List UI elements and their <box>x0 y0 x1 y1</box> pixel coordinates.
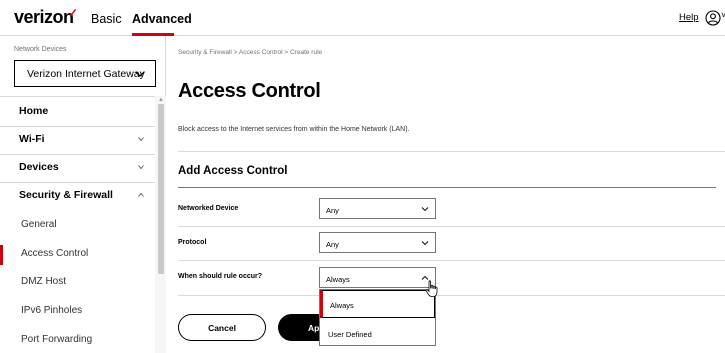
divider <box>178 295 725 296</box>
protocol-select[interactable]: Any <box>319 232 436 253</box>
rule-occurrence-menu: Always User Defined <box>319 289 436 346</box>
sidebar-item-label: DMZ Host <box>21 276 66 287</box>
sidebar-item-label: Home <box>19 105 49 117</box>
divider <box>178 151 725 152</box>
protocol-value: Any <box>326 240 339 249</box>
sidebar-item-port-forwarding[interactable]: Port Forwarding <box>0 327 155 353</box>
sidebar-item-access-control[interactable]: Access Control <box>0 241 155 269</box>
sidebar: Network Devices Verizon Internet Gateway… <box>0 36 166 353</box>
sidebar-item-label: Access Control <box>21 248 89 259</box>
user-menu-chevron-icon[interactable]: ˅ <box>721 10 725 20</box>
tab-basic[interactable]: Basic <box>91 12 122 26</box>
menu-option-user-defined[interactable]: User Defined <box>320 320 435 348</box>
network-devices-label: Network Devices <box>14 46 67 53</box>
networked-device-label: Networked Device <box>178 205 239 212</box>
tab-advanced[interactable]: Advanced <box>132 12 192 26</box>
networked-device-select[interactable]: Any <box>319 198 436 219</box>
section-title: Add Access Control <box>178 165 288 177</box>
sidebar-item-label: General <box>21 219 57 230</box>
breadcrumb: Security & Firewall > Access Control > C… <box>178 49 323 56</box>
sidebar-item-label: Security & Firewall <box>19 189 113 201</box>
verizon-logo[interactable]: verizon <box>14 7 74 28</box>
sidebar-item-label: Wi-Fi <box>19 133 45 145</box>
divider <box>178 226 725 227</box>
network-device-value: Verizon Internet Gateway <box>27 68 145 80</box>
page-title: Access Control <box>178 80 321 102</box>
rule-occurrence-select[interactable]: Always <box>319 267 436 288</box>
networked-device-value: Any <box>326 206 339 215</box>
sidebar-item-label: Devices <box>19 161 59 173</box>
cancel-button[interactable]: Cancel <box>178 314 266 341</box>
user-account-icon[interactable] <box>705 10 721 26</box>
chevron-down-icon <box>421 207 429 212</box>
chevron-down-icon <box>135 71 145 77</box>
protocol-label: Protocol <box>178 239 207 246</box>
sidebar-item-security-firewall[interactable]: Security & Firewall <box>0 182 155 210</box>
divider <box>0 96 166 97</box>
sidebar-item-wifi[interactable]: Wi-Fi <box>0 126 155 154</box>
network-device-select[interactable]: Verizon Internet Gateway <box>14 60 156 87</box>
divider <box>178 260 725 261</box>
help-link[interactable]: Help <box>679 12 699 23</box>
top-bar: verizon ✓ Basic Advanced Help ˅ <box>0 0 725 36</box>
chevron-up-icon <box>138 192 144 197</box>
sidebar-item-ipv6-pinholes[interactable]: IPv6 Pinholes <box>0 298 155 326</box>
menu-option-always[interactable]: Always <box>320 290 435 318</box>
sidebar-item-devices[interactable]: Devices <box>0 154 155 182</box>
active-item-indicator <box>0 245 3 265</box>
sidebar-item-home[interactable]: Home <box>0 98 155 126</box>
sidebar-item-label: IPv6 Pinholes <box>21 305 83 316</box>
page-description: Block access to the Internet services fr… <box>178 126 410 133</box>
sidebar-item-label: Port Forwarding <box>21 334 93 345</box>
divider <box>178 187 716 188</box>
pointer-hand-cursor-icon <box>425 280 438 297</box>
sidebar-item-dmz-host[interactable]: DMZ Host <box>0 269 155 297</box>
sidebar-item-general[interactable]: General <box>0 212 155 240</box>
chevron-down-icon <box>421 241 429 246</box>
rule-occurrence-value: Always <box>326 275 350 284</box>
sidebar-scrollbar-thumb[interactable] <box>158 104 164 274</box>
scroll-up-arrow-icon[interactable]: ▲ <box>158 97 164 103</box>
verizon-check-mark-icon: ✓ <box>68 6 79 20</box>
chevron-down-icon <box>138 165 144 170</box>
chevron-down-icon <box>138 137 144 142</box>
rule-occurrence-label: When should rule occur? <box>178 273 263 280</box>
